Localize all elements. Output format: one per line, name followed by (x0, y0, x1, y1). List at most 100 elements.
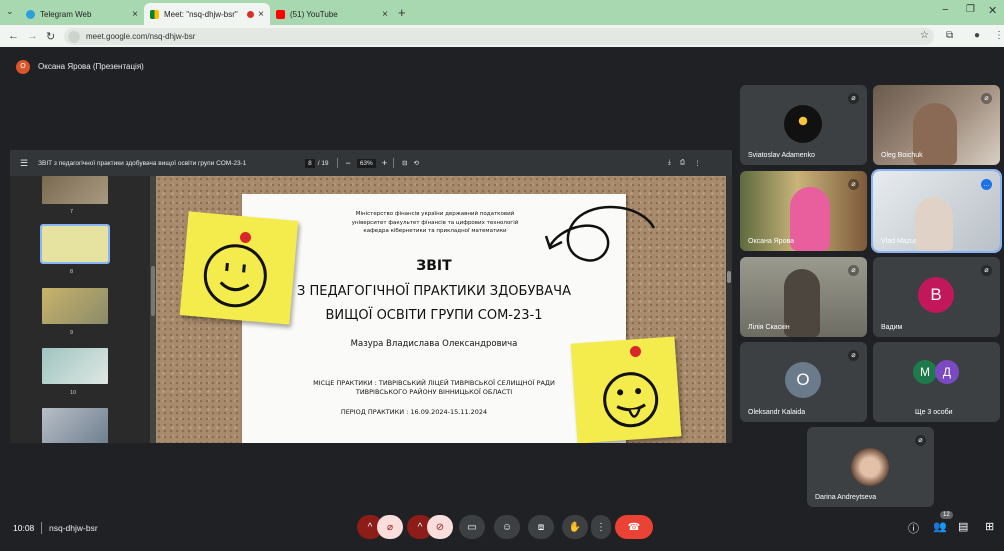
people-icon[interactable]: 👥 (933, 520, 947, 533)
activities-icon[interactable]: ⊞ (985, 520, 994, 533)
zoom-input[interactable]: 63% (356, 158, 376, 168)
leave-call-button[interactable]: ☎ (615, 515, 653, 539)
close-icon[interactable]: × (132, 9, 138, 20)
participant-tile[interactable]: ⌀ Лілія Скаскін (740, 257, 867, 337)
participant-name: Vlad Mazur (881, 238, 917, 245)
sticky-note-left (179, 211, 299, 325)
url-text: meet.google.com/nsq-dhjw-bsr (86, 32, 196, 41)
thumbnail-page-number: 7 (70, 209, 74, 215)
mic-off-icon: ⌀ (848, 265, 859, 276)
address-bar[interactable]: meet.google.com/nsq-dhjw-bsr (64, 28, 934, 45)
tongue-smiley-icon (603, 372, 659, 428)
tab-meet[interactable]: Meet: "nsq-dhjw-bsr" × (144, 3, 270, 25)
chat-icon[interactable]: ▤ (958, 520, 968, 533)
forward-icon[interactable]: → (27, 30, 38, 42)
telegram-icon (26, 9, 35, 19)
pdf-scrollbar[interactable] (726, 176, 732, 443)
presenter-name: Оксана Ярова (Презентація) (38, 62, 144, 71)
close-icon[interactable]: × (258, 9, 264, 20)
download-icon[interactable]: ⤓ (668, 159, 671, 167)
arrow-doodle-icon (544, 205, 656, 262)
participant-tile-active-speaker[interactable]: … Vlad Mazur (871, 169, 1002, 253)
close-icon[interactable]: × (382, 9, 388, 20)
more-options-button[interactable]: ⋮ (591, 515, 611, 539)
divider (41, 522, 42, 534)
pdf-toolbar: ☰ ЗВІТ з педагогічної практики здобувача… (10, 150, 732, 176)
participant-avatar: В (918, 277, 954, 313)
mic-off-icon: ⌀ (386, 521, 394, 533)
raise-hand-button[interactable]: ✋ (562, 515, 588, 539)
captions-icon: ▭ (467, 521, 477, 533)
thumbnail-page-number: 10 (70, 390, 77, 396)
participant-tile[interactable]: O ⌀ Oleksandr Kalaida (740, 342, 867, 422)
meeting-details-icon[interactable]: ⓘ (908, 520, 919, 536)
menu-icon[interactable]: ☰ (20, 158, 28, 169)
print-icon[interactable]: ⎙ (680, 159, 685, 167)
participant-tile[interactable]: ⌀ Darina Andreytseva (807, 427, 934, 507)
pdf-page-slide: Міністерство фінансів україни державний … (156, 176, 726, 443)
restore-icon[interactable]: ❐ (966, 4, 975, 15)
participant-name: Oleg Boichuk (881, 152, 923, 159)
emoji-icon: ☺ (501, 521, 513, 533)
participant-tile[interactable]: ⌀ Оксана Ярова (740, 171, 867, 251)
meet-icon (150, 9, 159, 19)
mic-off-icon: ⌀ (848, 179, 859, 190)
tab-search-icon[interactable]: ⌄ (6, 6, 14, 17)
mic-toggle-button[interactable]: ⌀ (377, 515, 403, 539)
present-button[interactable]: ⧈ (528, 515, 554, 539)
browser-menu-icon[interactable]: ⋮ (994, 30, 1004, 41)
present-screen-icon: ⧈ (537, 521, 545, 533)
camera-off-icon: ⊘ (435, 521, 445, 533)
new-tab-icon[interactable]: + (398, 5, 406, 20)
thumbnail-page[interactable] (42, 408, 108, 443)
captions-button[interactable]: ▭ (459, 515, 485, 539)
page-total: / 19 (317, 159, 329, 167)
slide-header: Міністерство фінансів україни державний … (351, 211, 519, 235)
participant-avatar (784, 105, 822, 143)
more-vert-icon: ⋮ (596, 521, 606, 533)
people-count-badge: 12 (940, 511, 953, 519)
presenter-avatar: О (16, 60, 30, 74)
pdf-title: ЗВІТ з педагогічної практики здобувача в… (38, 159, 247, 167)
participant-tile[interactable]: ⌀ Oleg Boichuk (873, 85, 1000, 165)
recording-icon (247, 10, 255, 18)
rotate-icon[interactable]: ⟲ (414, 159, 419, 167)
slide-title-line-3: ВИЩОЇ ОСВІТИ ГРУПИ СОМ-23-1 (325, 308, 543, 323)
thumbnail-page[interactable] (42, 176, 108, 204)
minimize-icon[interactable]: − (942, 4, 948, 16)
thumbnail-page[interactable] (42, 348, 108, 384)
shared-screen-pdf-viewer[interactable]: ☰ ЗВІТ з педагогічної практики здобувача… (10, 150, 732, 443)
bookmark-star-icon[interactable]: ☆ (920, 30, 929, 41)
more-participants-tile[interactable]: М Д Ще 3 особи (873, 342, 1000, 422)
sticky-note-right (570, 336, 682, 443)
participant-avatar: O (785, 362, 821, 398)
zoom-out-icon[interactable]: − (346, 158, 351, 168)
zoom-in-icon[interactable]: + (382, 158, 387, 168)
profile-avatar[interactable]: ● (974, 30, 980, 41)
fit-page-icon[interactable]: ⊟ (402, 159, 407, 167)
pushpin-icon (630, 346, 641, 357)
thumbnail-page-selected[interactable] (40, 224, 110, 264)
more-options-icon[interactable]: ⋮ (694, 159, 701, 167)
close-window-icon[interactable]: ✕ (988, 4, 997, 17)
thumbnail-page[interactable] (42, 288, 108, 324)
reactions-button[interactable]: ☺ (494, 515, 520, 539)
camera-toggle-button[interactable]: ⊘ (427, 515, 453, 539)
meeting-code: nsq-dhjw-bsr (49, 523, 98, 533)
participant-name: Лілія Скаскін (748, 324, 790, 331)
bee-icon (796, 114, 810, 128)
tab-telegram[interactable]: Telegram Web × (20, 3, 144, 25)
extensions-icon[interactable]: ⧉ (946, 30, 953, 41)
back-icon[interactable]: ← (8, 30, 19, 42)
tab-label: (51) YouTube (290, 9, 338, 19)
tab-youtube[interactable]: (51) YouTube × (270, 3, 394, 25)
reload-icon[interactable]: ↻ (46, 30, 55, 43)
participant-tile[interactable]: В ⌀ Вадим (873, 257, 1000, 337)
hang-up-icon: ☎ (627, 521, 641, 533)
page-number-input[interactable]: 8 (305, 158, 315, 168)
mic-off-icon: ⌀ (848, 93, 859, 104)
participant-name: Darina Andreytseva (815, 494, 877, 501)
site-info-icon[interactable] (68, 30, 80, 43)
slide-place-line-1: МІСЦЕ ПРАКТИКИ : ТИВРІВСЬКИЙ ЛІЦЕЙ ТИВРІ… (313, 379, 555, 387)
participant-tile[interactable]: ⌀ Sviatoslav Adamenko (740, 85, 867, 165)
